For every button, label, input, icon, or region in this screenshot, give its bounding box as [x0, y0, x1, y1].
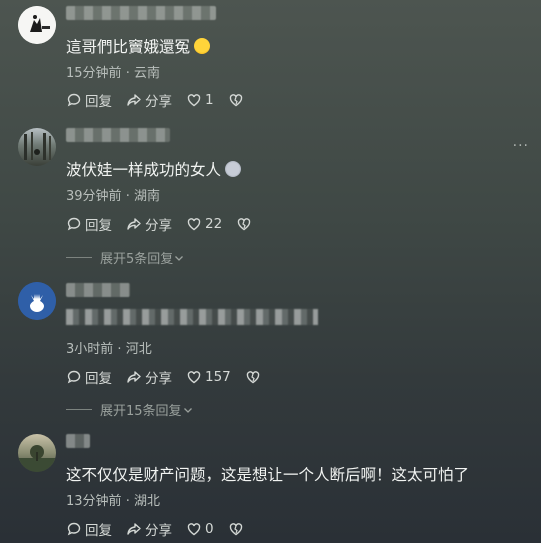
chevron-down-icon	[183, 407, 192, 413]
like-button[interactable]: 1	[186, 92, 214, 108]
heart-icon	[187, 371, 201, 384]
comment-time: 39分钟前	[66, 189, 122, 204]
share-button[interactable]: 分享	[126, 214, 172, 234]
avatar[interactable]	[18, 6, 56, 44]
comment-text-content: 波伏娃一样成功的女人	[66, 161, 222, 179]
expand-replies-label: 展开5条回复	[100, 252, 174, 267]
meta-separator: ·	[125, 494, 130, 509]
comment-meta: 39分钟前 · 湖南	[66, 185, 160, 204]
comment-meta: 13分钟前 · 湖北	[66, 490, 160, 509]
comment-text-content: 這哥們比竇娥還冤	[66, 38, 191, 56]
laughing-emoji-icon	[194, 38, 211, 54]
like-button[interactable]: 22	[186, 216, 222, 232]
comment-region: 云南	[133, 66, 160, 81]
share-button[interactable]: 分享	[126, 519, 172, 539]
expand-divider	[66, 409, 92, 410]
meta-separator: ·	[117, 342, 122, 357]
avatar-logo-icon	[18, 6, 56, 44]
avatar[interactable]	[18, 128, 56, 166]
reply-button[interactable]: 回复	[66, 367, 112, 387]
comment-actions: 回复 分享 0	[66, 519, 261, 539]
reply-bubble-icon	[67, 93, 81, 107]
share-button[interactable]: 分享	[126, 90, 172, 110]
avatar[interactable]	[18, 282, 56, 320]
reply-label: 回复	[85, 94, 112, 110]
comment-text: 这不仅仅是财产问题，这是想让一个人断后啊！这太可怕了	[66, 466, 470, 484]
comment-meta: 15分钟前 · 云南	[66, 62, 160, 81]
username-redacted[interactable]	[66, 128, 170, 142]
dislike-button[interactable]	[228, 92, 247, 108]
reply-button[interactable]: 回复	[66, 214, 112, 234]
meta-separator: ·	[125, 189, 130, 204]
meta-separator: ·	[125, 66, 130, 81]
comment-text: 波伏娃一样成功的女人	[66, 158, 242, 180]
username-redacted[interactable]	[66, 6, 216, 20]
reply-bubble-icon	[67, 522, 81, 536]
comment-region: 河北	[125, 342, 152, 357]
heart-icon	[187, 94, 201, 107]
reply-label: 回复	[85, 371, 112, 387]
dislike-button[interactable]	[228, 521, 247, 537]
expand-divider	[66, 257, 92, 258]
dislike-button[interactable]	[236, 216, 255, 232]
broken-heart-icon	[237, 218, 251, 231]
like-button[interactable]: 157	[186, 369, 231, 385]
reply-bubble-icon	[67, 370, 81, 384]
share-label: 分享	[145, 523, 172, 539]
like-button[interactable]: 0	[186, 521, 214, 537]
share-button[interactable]: 分享	[126, 367, 172, 387]
broken-heart-icon	[229, 523, 242, 536]
comment-time: 3小时前	[66, 342, 114, 357]
username-redacted[interactable]	[66, 283, 130, 297]
avatar-forest-icon	[24, 132, 51, 160]
broken-heart-icon	[229, 94, 242, 107]
expand-replies-button[interactable]: 展开5条回复	[66, 248, 185, 267]
like-count: 1	[205, 92, 214, 108]
comment-time: 15分钟前	[66, 66, 122, 81]
cat-emoji-icon	[225, 161, 242, 177]
heart-icon	[187, 523, 201, 536]
share-label: 分享	[145, 371, 172, 387]
comment-region: 湖北	[133, 494, 160, 509]
expand-replies-button[interactable]: 展开15条回复	[66, 400, 194, 419]
comment-time: 13分钟前	[66, 494, 122, 509]
more-options-button[interactable]: ···	[513, 138, 529, 154]
avatar-deer-icon	[18, 282, 56, 320]
share-label: 分享	[145, 94, 172, 110]
share-arrow-icon	[127, 94, 141, 106]
reply-bubble-icon	[67, 217, 81, 231]
reply-button[interactable]: 回复	[66, 90, 112, 110]
comment-actions: 回复 分享 1	[66, 90, 261, 110]
share-arrow-icon	[127, 218, 141, 230]
redacted-comment-text	[66, 309, 318, 325]
broken-heart-icon	[246, 371, 259, 384]
comment-actions: 回复 分享 22	[66, 214, 269, 234]
username-redacted[interactable]	[66, 434, 90, 448]
chevron-down-icon	[175, 255, 184, 261]
dislike-button[interactable]	[245, 369, 264, 385]
expand-replies-label: 展开15条回复	[100, 404, 182, 419]
comment-actions: 回复 分享 157	[66, 367, 278, 387]
reply-label: 回复	[85, 218, 112, 234]
comment-region: 湖南	[133, 189, 160, 204]
avatar-landscape-icon	[18, 445, 56, 472]
reply-button[interactable]: 回复	[66, 519, 112, 539]
share-arrow-icon	[127, 371, 141, 383]
share-arrow-icon	[127, 523, 141, 535]
share-label: 分享	[145, 218, 172, 234]
avatar[interactable]	[18, 434, 56, 472]
comment-text: 這哥們比竇娥還冤	[66, 35, 211, 57]
like-count: 22	[205, 216, 223, 232]
like-count: 0	[205, 521, 214, 537]
heart-icon	[187, 218, 201, 231]
comment-meta: 3小时前 · 河北	[66, 338, 152, 357]
reply-label: 回复	[85, 523, 112, 539]
like-count: 157	[205, 369, 231, 385]
